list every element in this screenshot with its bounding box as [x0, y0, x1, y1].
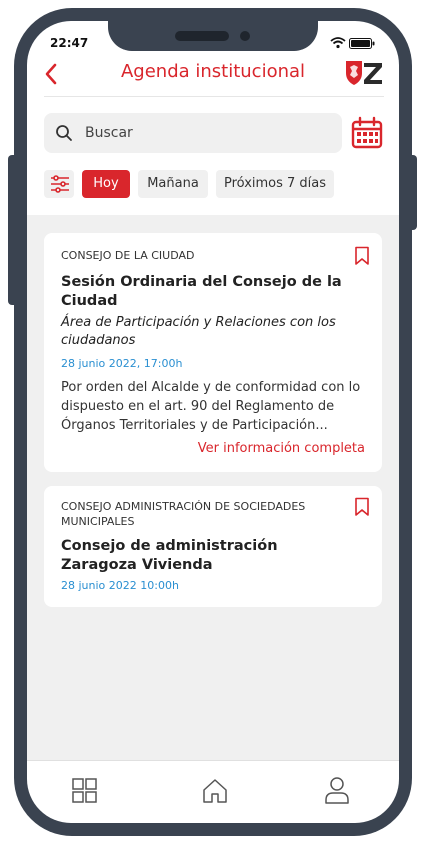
event-card[interactable] [44, 233, 382, 472]
speaker [175, 31, 229, 41]
search-placeholder: Buscar [85, 125, 133, 141]
status-time: 22:47 [50, 36, 89, 50]
event-date: 28 junio 2022 10:00h [61, 579, 179, 592]
camera [240, 31, 250, 41]
header-divider [44, 96, 384, 97]
event-category: CONSEJO DE LA CIUDAD [61, 249, 195, 262]
event-title: Consejo de administración Zaragoza Vivie… [61, 538, 278, 573]
grid-icon[interactable] [71, 777, 99, 805]
zaragoza-logo [346, 61, 382, 85]
event-category: CONSEJO ADMINISTRACIÓN DE SOCIEDADES MUN… [61, 500, 306, 528]
sliders-icon [51, 175, 69, 193]
battery-icon [349, 38, 375, 49]
calendar-icon[interactable] [350, 116, 384, 150]
user-icon[interactable] [323, 776, 351, 804]
event-description: Por orden del Alcalde y de conformidad c… [61, 380, 361, 433]
chip-manana[interactable]: Mañana [138, 170, 208, 198]
chip-proximos-7-dias[interactable]: Próximos 7 días [216, 170, 334, 198]
event-title: Sesión Ordinaria del Consejo de la Ciuda… [61, 274, 342, 309]
tabbar-divider [27, 760, 399, 761]
bookmark-icon[interactable] [354, 497, 370, 517]
bookmark-icon[interactable] [354, 246, 370, 266]
back-arrow-icon[interactable] [42, 61, 62, 87]
wifi-icon [330, 37, 346, 49]
chip-hoy[interactable]: Hoy [82, 170, 130, 198]
event-date: 28 junio 2022, 17:00h [61, 357, 183, 370]
more-info-link[interactable]: Ver información completa [198, 441, 365, 456]
page-title: Agenda institucional [120, 61, 306, 82]
search-icon [56, 125, 72, 141]
event-subtitle: Área de Participación y Relaciones con l… [61, 315, 336, 348]
home-icon[interactable] [201, 777, 229, 805]
